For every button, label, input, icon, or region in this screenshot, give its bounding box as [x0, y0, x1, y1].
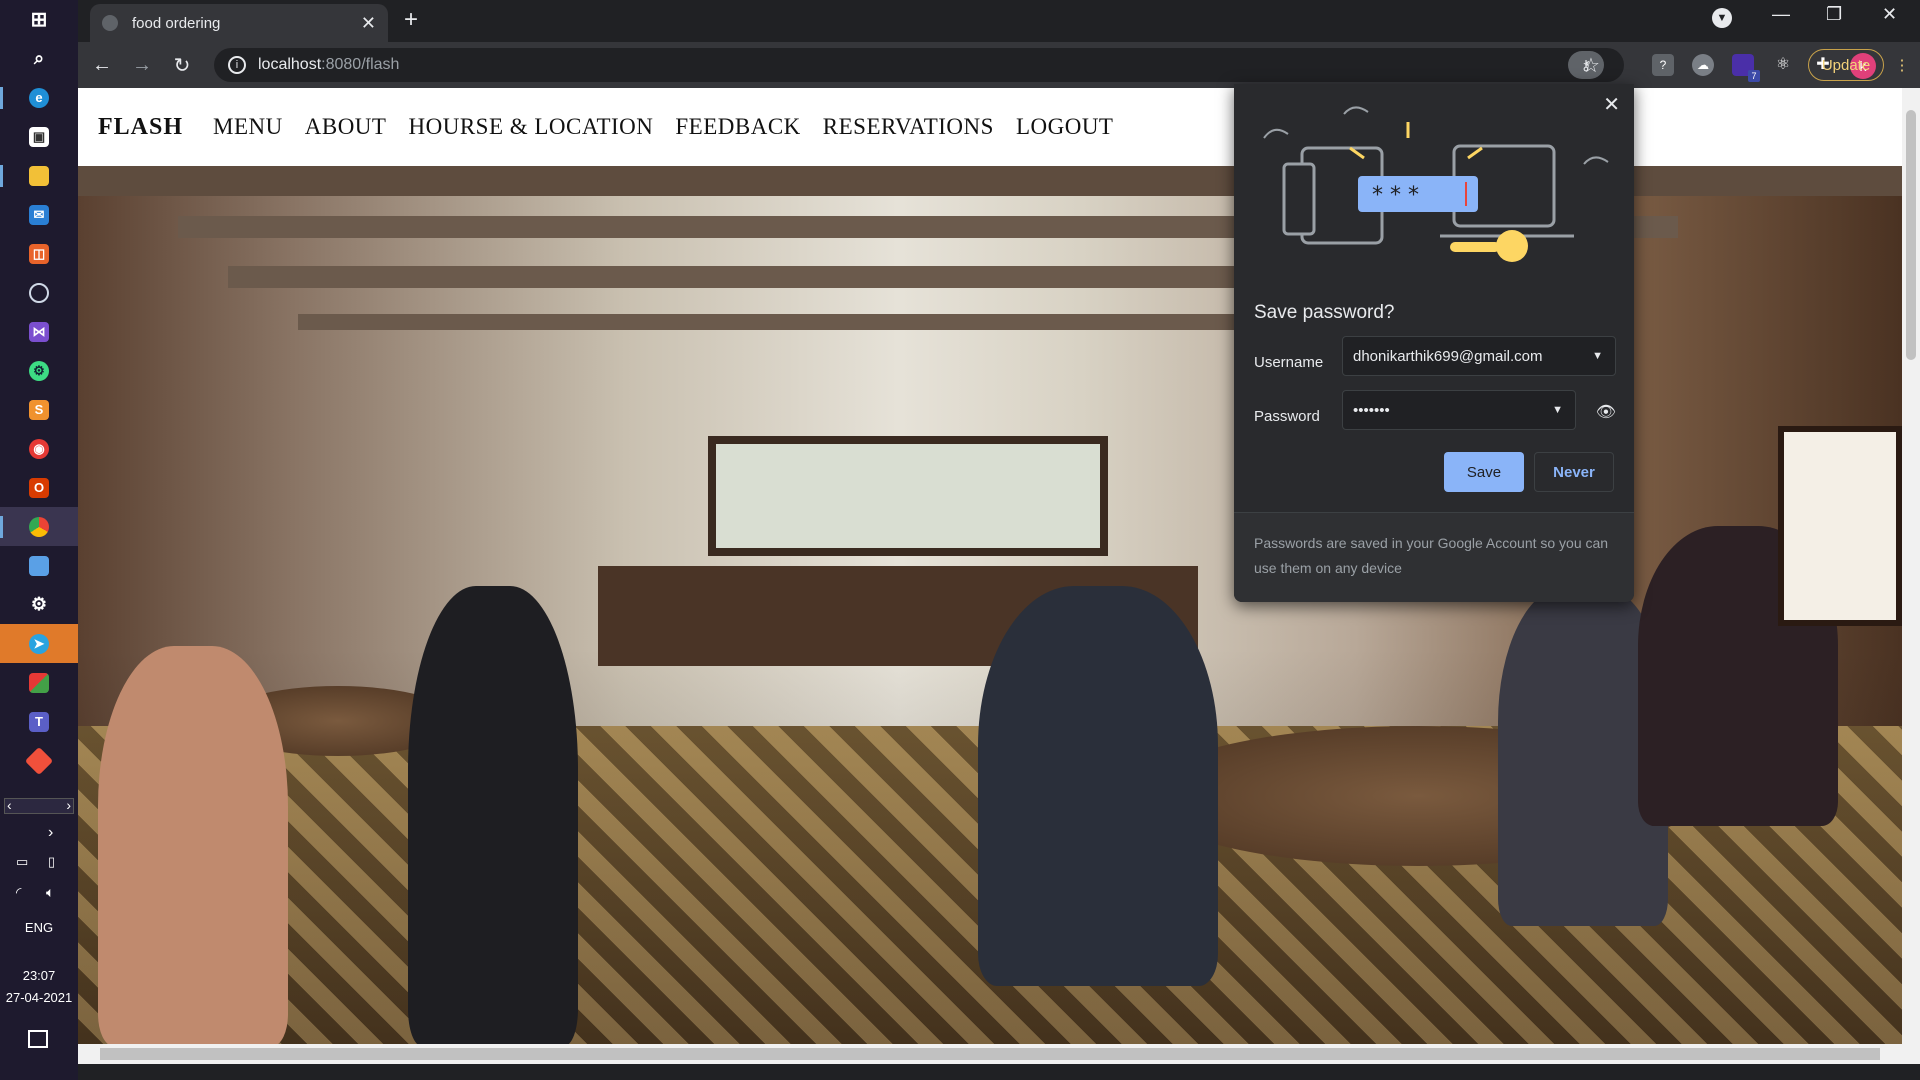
store-icon[interactable]: ▣	[0, 117, 78, 156]
clock-date[interactable]: 27-04-2021	[0, 990, 78, 1005]
minimize-button[interactable]: —	[1772, 4, 1790, 25]
bookmark-star-icon[interactable]: ☆	[1582, 53, 1600, 78]
office-red-icon[interactable]: O	[0, 468, 78, 507]
favicon-icon	[102, 15, 118, 31]
password-label: Password	[1254, 408, 1320, 425]
close-window-button[interactable]: ✕	[1882, 4, 1897, 25]
app-red-icon[interactable]: ◉	[0, 429, 78, 468]
password-illustration: * * *	[1263, 106, 1609, 262]
tab-strip: food ordering ✕ + ▼ — ❐ ✕	[78, 0, 1920, 42]
battery-icon[interactable]: ▭	[16, 854, 28, 870]
extension-badge-icon[interactable]: 7	[1732, 54, 1760, 82]
sublime-icon[interactable]: S	[0, 390, 78, 429]
forward-button[interactable]: →	[122, 54, 162, 77]
chrome-window: food ordering ✕ + ▼ — ❐ ✕ ← → ↻ i localh…	[78, 0, 1920, 1080]
diner	[978, 586, 1218, 986]
tab-search-icon[interactable]: ▼	[1712, 8, 1732, 28]
username-field[interactable]: dhonikarthik699@gmail.com ▼	[1342, 336, 1616, 376]
device-icon[interactable]: ▯	[48, 854, 55, 870]
update-button[interactable]: Update	[1808, 49, 1884, 81]
nav-hours-location[interactable]: HOURSE & LOCATION	[408, 114, 653, 140]
address-bar[interactable]: i localhost:8080/flash ⚷	[214, 48, 1624, 82]
search-icon[interactable]: ⌕	[0, 39, 78, 78]
diner	[408, 586, 578, 1044]
tray-expand-icon[interactable]: ›	[48, 824, 53, 842]
folder-icon[interactable]	[0, 546, 78, 585]
chevron-left-icon[interactable]: ‹	[7, 797, 12, 813]
edge-icon[interactable]: e	[0, 78, 78, 117]
clock-time[interactable]: 23:07	[0, 968, 78, 983]
restore-button[interactable]: ❐	[1826, 4, 1842, 25]
url-path: :8080/flash	[321, 56, 400, 73]
nav-logout[interactable]: LOGOUT	[1016, 114, 1114, 140]
nav-menu[interactable]: MENU	[213, 114, 283, 140]
save-password-dialog: ✕ * * * Save password? Username dhonikar…	[1234, 84, 1634, 602]
diner	[98, 646, 288, 1044]
wifi-icon[interactable]: ◜	[16, 884, 21, 901]
notification-icon[interactable]	[28, 1030, 48, 1048]
telegram-icon[interactable]: ➤	[0, 624, 78, 663]
dialog-title: Save password?	[1254, 302, 1395, 323]
close-tab-icon[interactable]: ✕	[361, 13, 376, 34]
media-icon[interactable]	[0, 273, 78, 312]
password-field[interactable]: ••••••• ▼	[1342, 390, 1576, 430]
extension-shield-icon[interactable]: ?	[1652, 54, 1674, 76]
browser-tab[interactable]: food ordering ✕	[90, 4, 388, 42]
window	[708, 436, 1108, 556]
illustration-stars: * * *	[1372, 183, 1419, 208]
visual-studio-icon[interactable]: ⋈	[0, 312, 78, 351]
extension-cloud-icon[interactable]: ☁	[1692, 54, 1714, 76]
chrome-icon[interactable]	[0, 507, 78, 546]
site-brand[interactable]: FLASH	[98, 114, 183, 141]
chevron-right-icon[interactable]: ›	[66, 797, 71, 813]
back-button[interactable]: ←	[82, 54, 122, 77]
horizontal-scrollbar[interactable]	[78, 1044, 1902, 1064]
vertical-scrollbar[interactable]	[1902, 88, 1920, 1064]
git-icon[interactable]	[0, 741, 78, 780]
horizontal-scrollbar-thumb[interactable]	[100, 1048, 1880, 1060]
language-indicator[interactable]: ENG	[0, 920, 78, 935]
extension-badge-count: 7	[1748, 70, 1760, 82]
tab-title: food ordering	[132, 14, 221, 32]
file-explorer-icon[interactable]	[0, 156, 78, 195]
settings-icon[interactable]: ⚙	[0, 585, 78, 624]
mail-icon[interactable]: ✉	[0, 195, 78, 234]
username-label: Username	[1254, 354, 1324, 371]
taskbar-scroll[interactable]: ‹ ›	[4, 797, 74, 814]
wall-art	[1778, 426, 1902, 626]
never-button[interactable]: Never	[1534, 452, 1614, 492]
office-icon[interactable]: ◫	[0, 234, 78, 273]
url-host: localhost	[258, 56, 322, 73]
windows-start-icon[interactable]: ⊞	[0, 0, 78, 39]
browser-toolbar: ← → ↻ i localhost:8080/flash ⚷ ☆ ? ☁ 7 ⚛…	[78, 42, 1920, 88]
dialog-footer: Passwords are saved in your Google Accou…	[1234, 512, 1634, 602]
username-value: dhonikarthik699@gmail.com	[1353, 347, 1543, 365]
vertical-scrollbar-thumb[interactable]	[1906, 110, 1916, 360]
apps-icon[interactable]	[0, 663, 78, 702]
show-password-eye-icon[interactable]: 👁︎	[1596, 402, 1616, 422]
android-studio-icon[interactable]: ⚙	[0, 351, 78, 390]
reload-button[interactable]: ↻	[162, 53, 202, 78]
username-dropdown-icon[interactable]: ▼	[1592, 350, 1603, 362]
password-value: •••••••	[1353, 401, 1390, 419]
password-dropdown-icon[interactable]: ▼	[1552, 404, 1563, 416]
site-info-icon[interactable]: i	[228, 56, 246, 74]
teams-icon[interactable]: T	[0, 702, 78, 741]
nav-feedback[interactable]: FEEDBACK	[675, 114, 800, 140]
nav-reservations[interactable]: RESERVATIONS	[823, 114, 994, 140]
volume-icon[interactable]: 🔈︎	[46, 884, 54, 901]
windows-taskbar: ⊞ ⌕ e ▣ ✉ ◫ ⋈ ⚙ S ◉ O ⚙ ➤ T ‹ › › ▭ ▯ ◜ …	[0, 0, 78, 1080]
menu-dots-icon[interactable]: ⋮	[1886, 49, 1918, 81]
extension-react-icon[interactable]: ⚛	[1772, 54, 1794, 76]
nav-about[interactable]: ABOUT	[305, 114, 387, 140]
save-button[interactable]: Save	[1444, 452, 1524, 492]
new-tab-button[interactable]: +	[404, 6, 418, 34]
